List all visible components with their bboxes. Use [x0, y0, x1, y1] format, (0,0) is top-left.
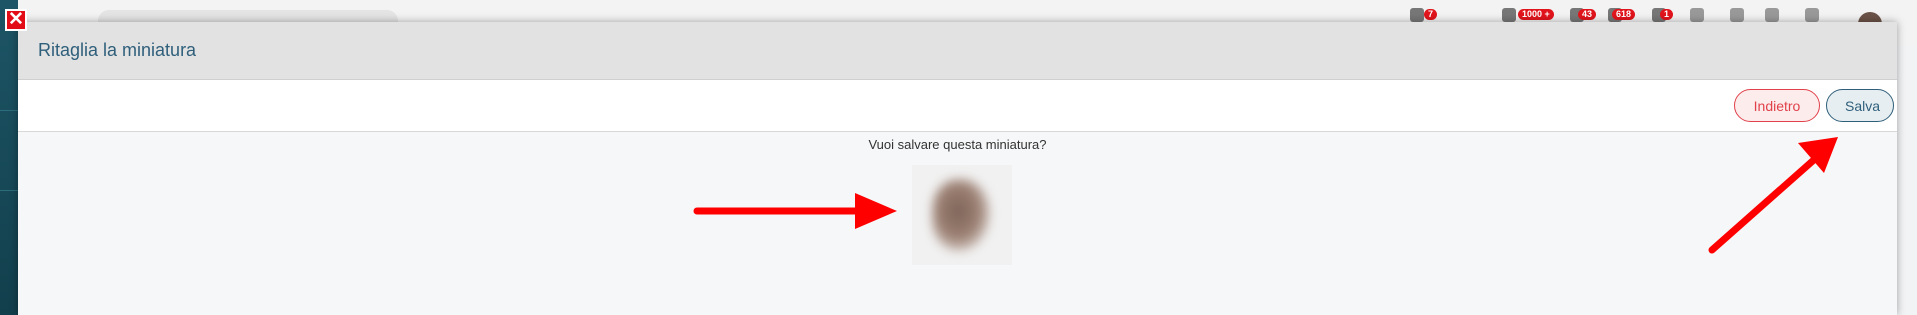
tool-icon[interactable] [1690, 8, 1704, 22]
close-icon[interactable]: ✕ [5, 9, 27, 31]
tool-icon[interactable] [1730, 8, 1744, 22]
tool-icon[interactable] [1765, 8, 1779, 22]
sidebar-divider [0, 190, 18, 191]
modal-toolbar: Indietro Salva [18, 80, 1897, 132]
alerts-badge: 1 [1660, 9, 1674, 20]
notification-icon[interactable] [1410, 8, 1424, 22]
back-button[interactable]: Indietro [1734, 89, 1820, 122]
save-question: Vuoi salvare questa miniatura? [868, 137, 1047, 152]
save-button[interactable]: Salva [1826, 89, 1894, 122]
app-sidebar [0, 0, 18, 315]
crop-thumbnail-modal: Ritaglia la miniatura Indietro Salva Vuo… [18, 22, 1897, 315]
thumbnail-preview [912, 165, 1012, 265]
messages-icon[interactable] [1502, 8, 1516, 22]
tasks-badge: 618 [1612, 9, 1636, 20]
modal-header: Ritaglia la miniatura [18, 22, 1897, 80]
inbox-badge: 43 [1578, 9, 1597, 20]
modal-title: Ritaglia la miniatura [38, 40, 197, 60]
notification-badge: 7 [1424, 9, 1438, 20]
messages-badge: 1000 + [1518, 9, 1554, 20]
thumbnail-image [932, 179, 990, 251]
tool-icon[interactable] [1805, 8, 1819, 22]
sidebar-divider [0, 110, 18, 111]
